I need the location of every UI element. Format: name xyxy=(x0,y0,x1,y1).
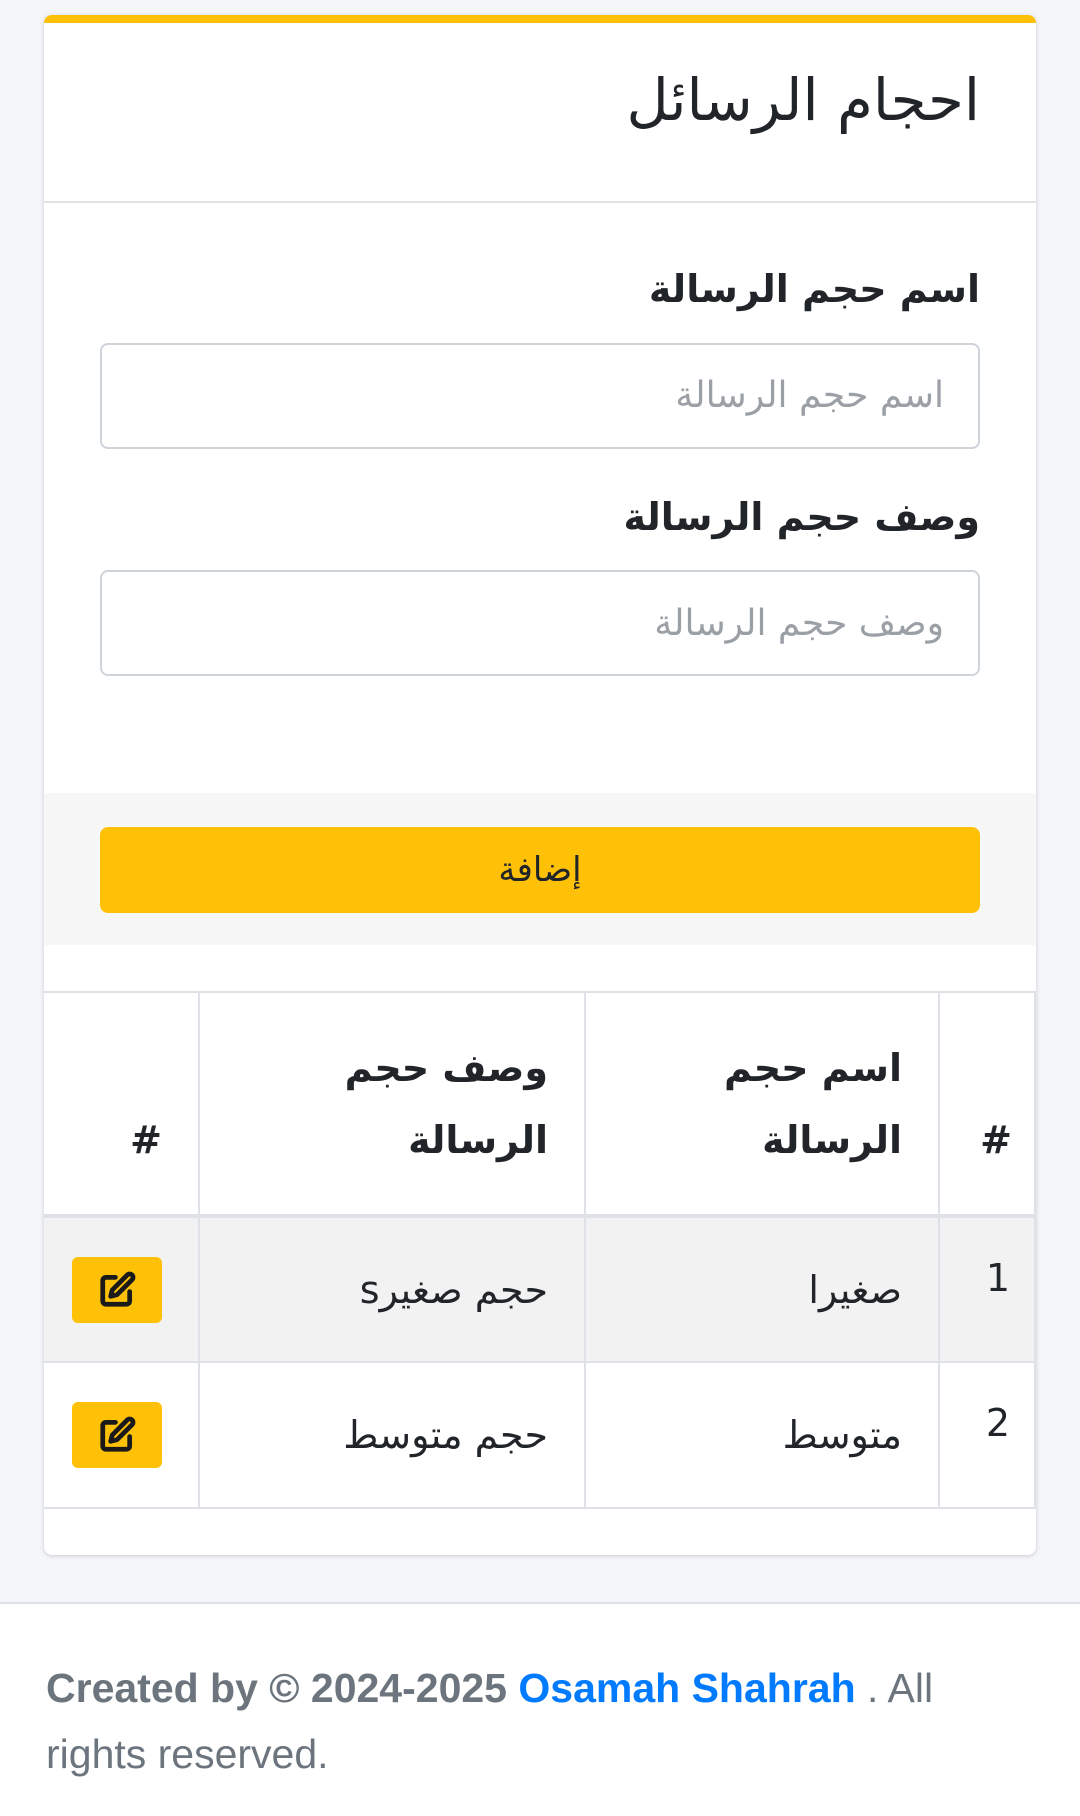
table-row: 2 متوسط حجم متوسط xyxy=(44,1361,1036,1509)
name-input[interactable] xyxy=(100,342,980,449)
footer-created-by: Created by © 2024-2025 xyxy=(46,1665,507,1711)
row-number: 2 xyxy=(938,1361,1036,1509)
description-form-group: وصف حجم الرسالة xyxy=(100,495,980,677)
row-description: حجم متوسط xyxy=(198,1361,586,1509)
table-row: 1 صغيرا حجم صغيرs xyxy=(44,1215,1036,1363)
row-name: متوسط xyxy=(584,1361,940,1509)
table-header-row: # اسم حجم الرسالة وصف حجم الرسالة # xyxy=(44,991,1036,1218)
name-form-group: اسم حجم الرسالة xyxy=(100,267,980,449)
page-footer: Created by © 2024-2025 Osamah Shahrah . … xyxy=(0,1602,1080,1816)
name-field-label: اسم حجم الرسالة xyxy=(648,267,980,311)
card-header: احجام الرسائل xyxy=(44,23,1036,203)
edit-icon xyxy=(100,1416,136,1452)
row-actions xyxy=(44,1215,200,1363)
author-link[interactable]: Osamah Shahrah xyxy=(518,1665,855,1711)
form-body: اسم حجم الرسالة وصف حجم الرسالة xyxy=(44,203,1036,793)
page-title: احجام الرسائل xyxy=(626,66,980,134)
column-header-actions: # xyxy=(44,991,200,1218)
description-input[interactable] xyxy=(100,570,980,677)
table-wrapper: # اسم حجم الرسالة وصف حجم الرسالة # 1 صغ… xyxy=(44,945,1036,1509)
form-footer: إضافة xyxy=(44,793,1036,945)
sizes-table: # اسم حجم الرسالة وصف حجم الرسالة # 1 صغ… xyxy=(44,991,1036,1509)
column-header-description: وصف حجم الرسالة xyxy=(198,991,586,1218)
add-button[interactable]: إضافة xyxy=(100,827,980,913)
edit-button[interactable] xyxy=(72,1256,162,1323)
row-actions xyxy=(44,1361,200,1509)
row-name: صغيرا xyxy=(584,1215,940,1363)
description-field-label: وصف حجم الرسالة xyxy=(623,494,980,539)
column-header-number: # xyxy=(938,991,1036,1218)
row-description: حجم صغيرs xyxy=(198,1215,586,1363)
column-header-name: اسم حجم الرسالة xyxy=(584,991,940,1218)
sizes-card: احجام الرسائل اسم حجم الرسالة وصف حجم ال… xyxy=(44,15,1036,1555)
row-number: 1 xyxy=(938,1215,1036,1363)
edit-icon xyxy=(100,1271,136,1307)
edit-button[interactable] xyxy=(72,1402,162,1468)
